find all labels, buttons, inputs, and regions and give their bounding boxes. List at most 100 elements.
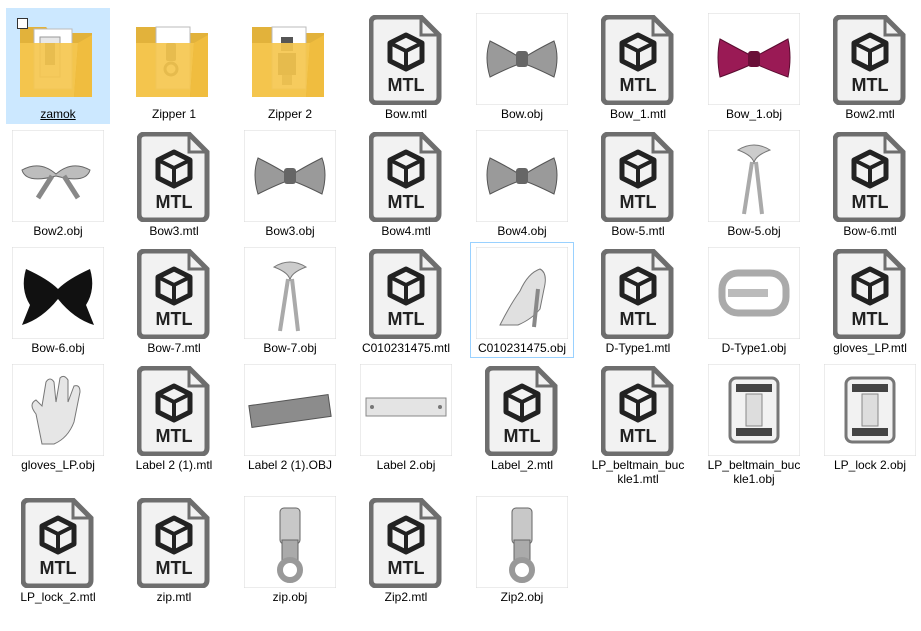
file-name-label: Bow3.obj (265, 224, 315, 238)
file-item[interactable]: Label 2.obj (354, 359, 458, 490)
mtl-badge-text: MTL (620, 192, 657, 212)
file-item[interactable]: Zip2.obj (470, 491, 574, 607)
mtl-badge-text: MTL (620, 426, 657, 446)
mtl-badge-text: MTL (40, 558, 77, 578)
mtl-badge-text: MTL (388, 192, 425, 212)
file-item[interactable]: MTL Label 2 (1).mtl (122, 359, 226, 490)
mtl-file-icon: MTL (369, 249, 443, 339)
file-name-label: Zipper 2 (267, 107, 313, 121)
clip-thumbnail (824, 364, 916, 456)
zipper-thumbnail (476, 496, 568, 588)
file-item[interactable]: Label 2 (1).OBJ (238, 359, 342, 490)
file-item[interactable]: Bow-7.obj (238, 242, 342, 358)
zipper-thumbnail (244, 496, 336, 588)
file-item[interactable]: zip.obj (238, 491, 342, 607)
file-name-label: Bow2.mtl (845, 107, 895, 121)
file-name-label: Zip2.obj (500, 590, 544, 604)
file-name-label: Label 2 (1).OBJ (247, 458, 333, 472)
file-item[interactable]: Bow4.obj (470, 125, 574, 241)
mtl-badge-text: MTL (388, 309, 425, 329)
mtl-badge-text: MTL (620, 75, 657, 95)
file-item[interactable]: zamok (6, 8, 110, 124)
selection-checkbox[interactable] (17, 18, 28, 29)
file-item[interactable]: MTL Bow_1.mtl (586, 8, 690, 124)
bow-magenta-thumbnail (708, 13, 800, 105)
file-item[interactable]: Bow_1.obj (702, 8, 806, 124)
shoe-thumbnail (476, 247, 568, 339)
file-name-label: LP_beltmain_buckle1.obj (707, 458, 801, 486)
bow-flat-thumbnail (12, 130, 104, 222)
file-name-label: Bow.mtl (384, 107, 427, 121)
mtl-badge-text: MTL (388, 558, 425, 578)
file-item[interactable]: MTL Bow2.mtl (818, 8, 921, 124)
file-item[interactable]: MTL Bow-5.mtl (586, 125, 690, 241)
label-plate-light-thumbnail (360, 364, 452, 456)
file-item[interactable]: Bow.obj (470, 8, 574, 124)
file-item[interactable]: Zipper 2 (238, 8, 342, 124)
file-name-label: LP_lock_2.mtl (20, 590, 96, 604)
mtl-file-icon: MTL (833, 15, 907, 105)
file-name-label: D-Type1.obj (721, 341, 787, 355)
file-item[interactable]: Bow3.obj (238, 125, 342, 241)
file-name-label: D-Type1.mtl (605, 341, 671, 355)
file-name-label: LP_beltmain_buckle1.mtl (591, 458, 685, 486)
file-name-label: zip.mtl (156, 590, 192, 604)
file-item[interactable]: MTL Label_2.mtl (470, 359, 574, 490)
file-name-label: Bow.obj (500, 107, 544, 121)
file-item[interactable]: gloves_LP.obj (6, 359, 110, 490)
file-name-label: LP_lock 2.obj (833, 458, 907, 472)
file-item[interactable]: Bow-6.obj (6, 242, 110, 358)
file-name-label: zamok (40, 107, 76, 121)
file-name-label: Bow-5.obj (727, 224, 781, 238)
file-item[interactable]: MTL Bow.mtl (354, 8, 458, 124)
file-item[interactable]: MTL LP_beltmain_buckle1.mtl (586, 359, 690, 490)
file-name-label: Bow2.obj (33, 224, 83, 238)
file-name-label: Zipper 1 (151, 107, 197, 121)
mtl-badge-text: MTL (852, 75, 889, 95)
mtl-badge-text: MTL (388, 75, 425, 95)
mtl-file-icon: MTL (137, 249, 211, 339)
file-name-label: Bow-7.obj (263, 341, 317, 355)
file-item[interactable]: Zipper 1 (122, 8, 226, 124)
file-item[interactable]: MTL zip.mtl (122, 491, 226, 607)
file-item[interactable]: Bow2.obj (6, 125, 110, 241)
file-item[interactable]: Bow-5.obj (702, 125, 806, 241)
mtl-file-icon: MTL (137, 498, 211, 588)
mtl-file-icon: MTL (485, 366, 559, 456)
folder-icon (128, 13, 220, 105)
label-plate-thumbnail (244, 364, 336, 456)
file-item[interactable]: MTL gloves_LP.mtl (818, 242, 921, 358)
mtl-file-icon: MTL (369, 15, 443, 105)
file-item[interactable]: MTL Bow3.mtl (122, 125, 226, 241)
file-name-label: C010231475.obj (477, 341, 567, 355)
mtl-badge-text: MTL (620, 309, 657, 329)
mtl-file-icon: MTL (137, 366, 211, 456)
file-item[interactable]: MTL Bow-7.mtl (122, 242, 226, 358)
file-name-label: Zip2.mtl (384, 590, 428, 604)
file-name-label: C010231475.mtl (361, 341, 451, 355)
buckle-thumbnail (708, 247, 800, 339)
file-item[interactable]: MTL LP_lock_2.mtl (6, 491, 110, 607)
file-item[interactable]: MTL D-Type1.mtl (586, 242, 690, 358)
file-item[interactable]: LP_beltmain_buckle1.obj (702, 359, 806, 490)
file-item[interactable]: D-Type1.obj (702, 242, 806, 358)
file-item[interactable]: C010231475.obj (470, 242, 574, 358)
file-item[interactable]: LP_lock 2.obj (818, 359, 921, 490)
file-item[interactable]: MTL C010231475.mtl (354, 242, 458, 358)
file-item[interactable]: MTL Bow-6.mtl (818, 125, 921, 241)
folder-icon (244, 13, 336, 105)
bow-grey-thumbnail (476, 130, 568, 222)
file-item[interactable]: MTL Zip2.mtl (354, 491, 458, 607)
file-name-label: zip.obj (272, 590, 308, 604)
file-name-label: Label 2 (1).mtl (135, 458, 213, 472)
mtl-file-icon: MTL (601, 366, 675, 456)
file-name-label: Bow4.mtl (381, 224, 431, 238)
file-item[interactable]: MTL Bow4.mtl (354, 125, 458, 241)
mtl-file-icon: MTL (137, 132, 211, 222)
file-name-label: Bow_1.obj (725, 107, 783, 121)
ribbon-thumbnail (244, 247, 336, 339)
mtl-file-icon: MTL (601, 132, 675, 222)
mtl-badge-text: MTL (852, 309, 889, 329)
mtl-badge-text: MTL (852, 192, 889, 212)
file-name-label: Bow-5.mtl (611, 224, 665, 238)
